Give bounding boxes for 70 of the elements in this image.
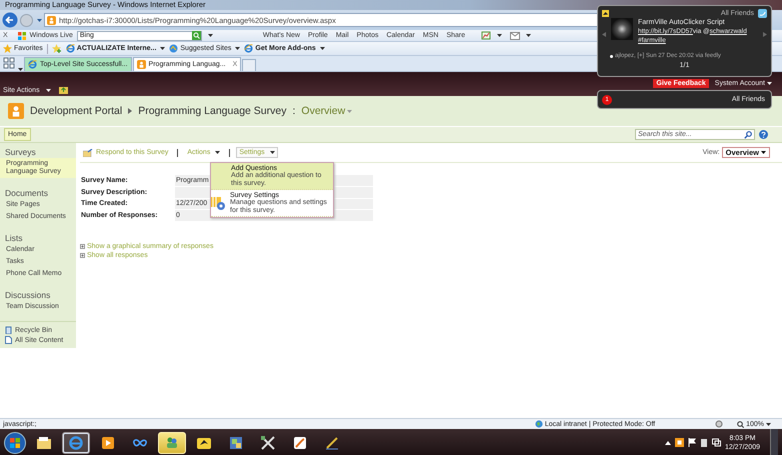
globe-icon: [534, 420, 543, 428]
caret-icon: [320, 47, 325, 50]
quick-tabs-icon[interactable]: [3, 57, 15, 69]
bullet-icon: [610, 54, 613, 58]
site-logo-icon: [8, 103, 24, 119]
document-icon: [5, 336, 12, 344]
app-icon: [68, 434, 84, 450]
expand-icon[interactable]: [80, 244, 85, 248]
app-icon: [324, 434, 340, 450]
mail-icon[interactable]: [510, 32, 520, 40]
nav-heading[interactable]: Lists: [0, 231, 76, 244]
zoom-icon: [737, 420, 744, 428]
sharepoint-icon: [47, 16, 56, 24]
caret-icon: [208, 34, 213, 37]
expand-icon[interactable]: [80, 252, 85, 258]
app-icon: [228, 434, 244, 450]
nav-heading[interactable]: Surveys: [0, 145, 76, 158]
app-icon: [260, 434, 276, 450]
recycle-bin-icon: [5, 326, 12, 334]
search-button[interactable]: [192, 31, 201, 40]
page-icon: [66, 44, 75, 53]
star-icon: [3, 44, 12, 53]
caret-icon: [46, 88, 51, 92]
app-logo-icon: [602, 10, 609, 17]
windows-flag-icon: [18, 32, 26, 40]
sharepoint-icon: [136, 60, 146, 69]
breadcrumb-separator: :: [292, 105, 296, 117]
breadcrumb-link[interactable]: Development Portal: [30, 105, 122, 117]
office-icon[interactable]: [674, 438, 684, 447]
show-desktop-button[interactable]: [770, 429, 778, 455]
nav-heading[interactable]: Documents: [0, 186, 76, 199]
caret-icon: [160, 47, 166, 50]
help-icon[interactable]: [759, 130, 768, 139]
previous-arrow-icon[interactable]: [602, 32, 606, 37]
view-menu[interactable]: Overview: [301, 105, 352, 117]
caret-icon: [347, 110, 352, 112]
search-icon[interactable]: [744, 130, 752, 138]
caret-icon: [270, 151, 275, 154]
toolbar-separator: [229, 148, 230, 156]
next-arrow-icon[interactable]: [763, 32, 767, 37]
survey-icon: [83, 148, 93, 156]
photo-placeholder: [611, 18, 633, 40]
caret-icon: [215, 151, 220, 154]
caret-icon: [497, 34, 502, 37]
caret-icon: [766, 422, 771, 426]
flag-icon[interactable]: [688, 438, 696, 447]
tray-arrow-icon[interactable]: [664, 440, 671, 444]
suggested-sites-icon: [169, 44, 178, 53]
network-icon[interactable]: [712, 438, 721, 447]
add-favorite-icon[interactable]: [52, 44, 62, 53]
ie-icon: [28, 60, 37, 69]
folder-up-icon[interactable]: [58, 86, 68, 94]
app-icon: [36, 434, 52, 450]
caret-icon: [235, 47, 240, 50]
breadcrumb-arrow-icon: [128, 108, 132, 114]
taskbar-app-button[interactable]: [158, 432, 186, 454]
caret-icon: [37, 18, 42, 22]
page-icon: [244, 44, 254, 53]
toolbar-separator: [177, 148, 178, 156]
app-icon: [164, 434, 180, 450]
start-button[interactable]: [4, 432, 26, 454]
caret-icon: [526, 34, 532, 37]
nav-heading[interactable]: Discussions: [0, 288, 76, 301]
app-icon: [292, 434, 308, 450]
caret-icon: [767, 82, 772, 85]
breadcrumb-link[interactable]: Programming Language Survey: [138, 105, 286, 117]
app-icon: [100, 434, 116, 450]
caret-icon: [761, 151, 766, 154]
feeds-icon[interactable]: [481, 31, 492, 40]
back-button[interactable]: [2, 12, 18, 28]
